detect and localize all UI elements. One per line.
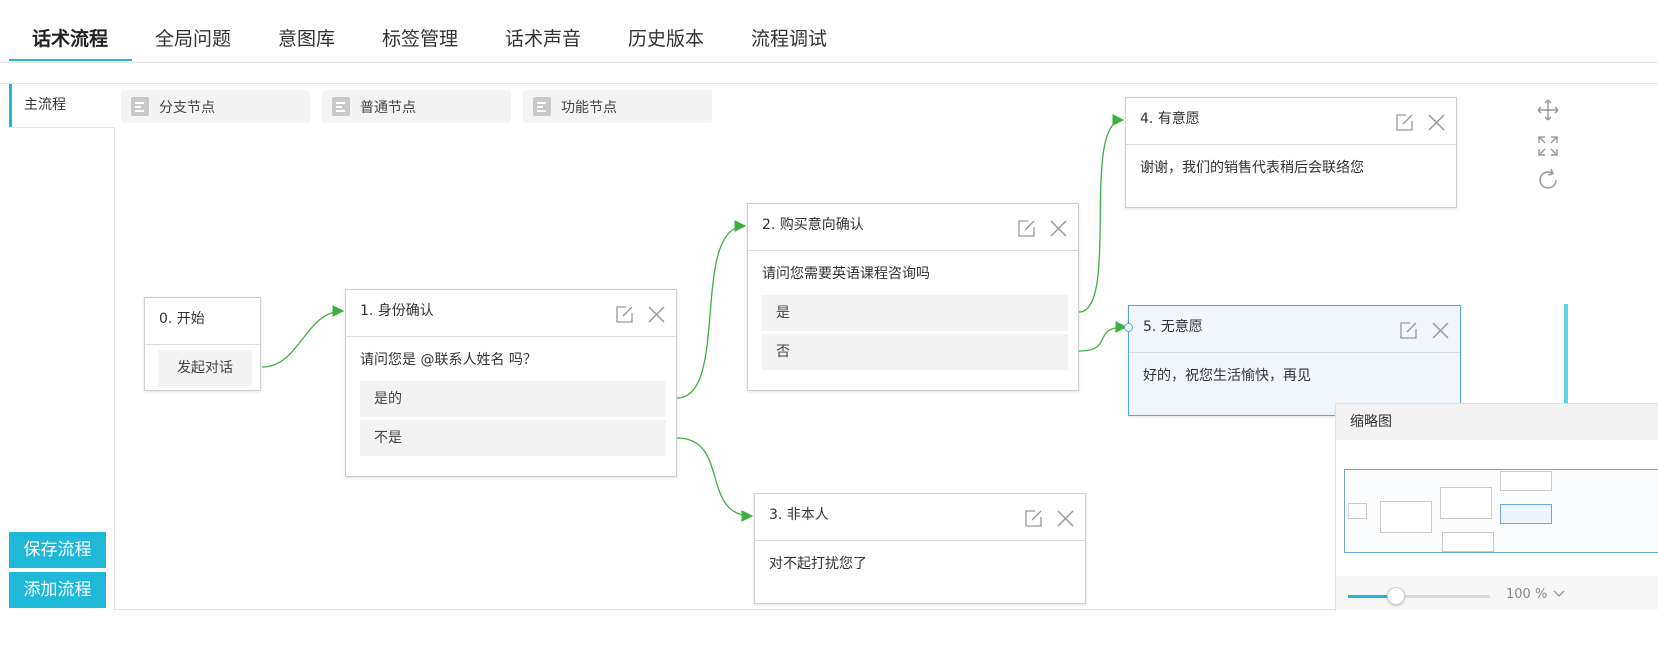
close-icon[interactable]: [1056, 509, 1075, 532]
flow-node-not-self[interactable]: 3. 非本人 对不起打扰您了: [754, 493, 1086, 604]
palette-function-node[interactable]: 功能节点: [523, 90, 712, 123]
tab-global-questions[interactable]: 全局问题: [155, 24, 231, 51]
edit-icon[interactable]: [1399, 321, 1418, 344]
edit-icon[interactable]: [1395, 113, 1414, 136]
branch-option-no[interactable]: 不是: [360, 420, 666, 456]
node-actions: [1399, 321, 1450, 344]
node-script-text: 好的，祝您生活愉快，再见: [1143, 368, 1311, 384]
tab-flow[interactable]: 话术流程: [32, 24, 108, 51]
palette-label: 分支节点: [159, 100, 215, 116]
flow-node-unwilling[interactable]: 5. 无意愿 好的，祝您生活愉快，再见: [1128, 305, 1461, 416]
save-flow-button[interactable]: 保存流程: [9, 532, 106, 568]
node-actions: [1017, 219, 1068, 242]
tab-tag-management[interactable]: 标签管理: [382, 24, 458, 51]
branch-option-no[interactable]: 否: [762, 334, 1068, 370]
list-icon: [131, 97, 149, 116]
edge-no-to-not-self: [676, 437, 754, 522]
active-tab-indicator: [9, 59, 132, 61]
node-title: 2. 购买意向确认: [762, 217, 864, 233]
list-icon: [533, 97, 551, 116]
divider: [9, 127, 115, 128]
palette-branch-node[interactable]: 分支节点: [121, 90, 310, 123]
divider: [145, 344, 260, 345]
close-icon[interactable]: [1427, 113, 1446, 136]
zoom-level[interactable]: 100 %: [1506, 587, 1565, 602]
start-dialog-button[interactable]: 发起对话: [158, 350, 252, 386]
node-actions: [1024, 509, 1075, 532]
add-flow-button[interactable]: 添加流程: [9, 572, 106, 608]
branch-option-yes[interactable]: 是的: [360, 381, 666, 417]
tab-script-voice[interactable]: 话术声音: [505, 24, 581, 51]
edit-icon[interactable]: [1024, 509, 1043, 532]
node-actions: [1395, 113, 1446, 136]
edge-start-to-identity: [261, 305, 345, 368]
fit-screen-icon[interactable]: [1536, 134, 1560, 162]
sidebar-item-main-flow[interactable]: 主流程: [9, 84, 114, 127]
minimap-title: 缩略图: [1336, 404, 1658, 440]
node-title: 3. 非本人: [769, 507, 829, 523]
divider: [1129, 352, 1460, 353]
palette-normal-node[interactable]: 普通节点: [322, 90, 511, 123]
divider: [1126, 144, 1456, 145]
connection-port[interactable]: [1124, 323, 1133, 332]
tab-flow-debug[interactable]: 流程调试: [751, 24, 827, 51]
node-script-text: 谢谢，我们的销售代表稍后会联络您: [1140, 160, 1364, 176]
divider: [0, 83, 1658, 84]
divider: [755, 540, 1085, 541]
node-script-text: 请问您是 @联系人姓名 吗？: [360, 352, 537, 368]
node-title: 5. 无意愿: [1143, 319, 1203, 335]
palette-label: 普通节点: [360, 100, 416, 116]
edge-no-to-unwilling: [1078, 321, 1128, 352]
node-script-text: 请问您需要英语课程咨询吗: [762, 266, 930, 282]
minimap-panel: 缩略图 100 %: [1335, 403, 1658, 611]
minimap-viewport[interactable]: [1344, 469, 1658, 553]
tab-intent-library[interactable]: 意图库: [278, 24, 335, 51]
zoom-control: 100 %: [1336, 576, 1658, 610]
edge-yes-to-purchase: [676, 220, 747, 399]
move-icon[interactable]: [1536, 98, 1560, 126]
tab-bar: 话术流程 全局问题 意图库 标签管理 话术声音 历史版本 流程调试: [0, 0, 1658, 63]
close-icon[interactable]: [1431, 321, 1450, 344]
divider: [748, 250, 1078, 251]
tab-history-versions[interactable]: 历史版本: [628, 24, 704, 51]
flow-node-identity[interactable]: 1. 身份确认 请问您是 @联系人姓名 吗？ 是的 不是: [345, 289, 677, 477]
node-title: 1. 身份确认: [360, 303, 434, 319]
chevron-down-icon: [1553, 590, 1565, 597]
edge-yes-to-willing: [1078, 114, 1125, 313]
node-actions: [615, 305, 666, 328]
edit-icon[interactable]: [615, 305, 634, 328]
list-icon: [332, 97, 350, 116]
flow-node-start[interactable]: 0. 开始 发起对话: [144, 297, 261, 391]
node-title: 4. 有意愿: [1140, 111, 1200, 127]
flow-node-purchase[interactable]: 2. 购买意向确认 请问您需要英语课程咨询吗 是 否: [747, 203, 1079, 391]
palette-label: 功能节点: [561, 100, 617, 116]
edit-icon[interactable]: [1017, 219, 1036, 242]
reset-icon[interactable]: [1536, 168, 1560, 196]
divider: [346, 336, 676, 337]
zoom-level-label: 100 %: [1506, 587, 1548, 602]
node-script-text: 对不起打扰您了: [769, 556, 867, 572]
branch-option-yes[interactable]: 是: [762, 295, 1068, 331]
close-icon[interactable]: [1049, 219, 1068, 242]
close-icon[interactable]: [647, 305, 666, 328]
divider: [114, 127, 115, 610]
zoom-slider-handle[interactable]: [1387, 587, 1406, 605]
flow-node-willing[interactable]: 4. 有意愿 谢谢，我们的销售代表稍后会联络您: [1125, 97, 1457, 208]
node-title: 0. 开始: [159, 311, 205, 327]
